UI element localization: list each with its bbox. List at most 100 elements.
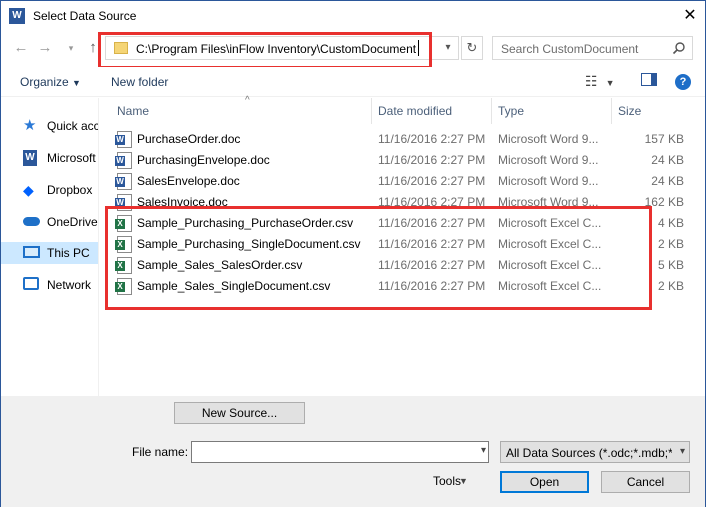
file-type: Microsoft Excel C... [498,237,602,251]
cloud-icon [23,217,40,226]
search-input[interactable]: Search CustomDocument [492,36,693,60]
column-header-name[interactable]: Name ^ [111,95,372,124]
close-icon: ✕ [683,7,697,24]
word-app-icon: W [9,8,25,24]
chevron-down-icon: ▾ [445,42,451,53]
help-icon[interactable]: ? [675,74,691,90]
file-name: Sample_Sales_SalesOrder.csv [137,258,303,272]
file-row[interactable]: X Sample_Purchasing_SingleDocument.csv 1… [99,234,694,255]
search-icon[interactable] [672,41,686,55]
chevron-down-icon[interactable]: ▼ [459,476,468,486]
column-header-type[interactable]: Type [492,98,612,124]
refresh-button[interactable]: ↻ [461,36,483,60]
file-name: SalesEnvelope.doc [137,174,240,188]
file-type: Microsoft Word 9... [498,195,599,209]
file-name: PurchasingEnvelope.doc [137,153,270,167]
nav-item-label: This PC [47,246,90,260]
title-bar: W Select Data Source ✕ [1,1,705,31]
chevron-down-icon: ▼ [605,78,615,88]
file-type: Microsoft Excel C... [498,279,602,293]
text-cursor [418,40,419,56]
file-size: 2 KB [657,237,684,251]
file-row[interactable]: W PurchaseOrder.doc 11/16/2016 2:27 PM M… [99,129,694,150]
word-icon: W [23,150,37,166]
file-row[interactable]: X Sample_Purchasing_PurchaseOrder.csv 11… [99,213,694,234]
nav-item-dropbox[interactable]: ◆ Dropbox [1,179,98,201]
nav-item-quick-access[interactable]: ★ Quick access [1,115,98,137]
back-button[interactable]: ← [11,39,31,57]
file-name: Sample_Purchasing_PurchaseOrder.csv [137,216,354,230]
dialog-footer: New Source... File name: ▾ All Data Sour… [1,396,705,507]
excel-csv-icon: X [115,215,132,232]
file-date: 11/16/2016 2:27 PM [378,258,486,272]
chevron-down-icon: ▾ [679,446,685,457]
open-button[interactable]: Open [500,471,589,493]
file-type: Microsoft Excel C... [498,258,602,272]
address-row: ← → ▾ ↑ C:\Program Files\inFlow Inventor… [1,33,705,63]
file-size: 157 KB [644,132,684,146]
view-options-button[interactable]: ☷ ▼ [585,73,614,90]
search-placeholder: Search CustomDocument [501,42,639,56]
nav-item-label: Microsoft Word [47,151,98,165]
file-date: 11/16/2016 2:27 PM [378,279,486,293]
organize-button[interactable]: Organize ▼ [20,75,81,89]
word-document-icon: W [115,131,132,148]
file-size: 4 KB [657,216,684,230]
file-type-filter-select[interactable]: All Data Sources (*.odc;*.mdb;* ▾ [500,441,690,463]
nav-item-label: OneDrive [47,215,98,229]
word-document-icon: W [115,152,132,169]
arrow-up-icon: ↑ [89,39,97,56]
file-name: SalesInvoice.doc [137,195,228,209]
column-header-size[interactable]: Size [612,98,694,124]
recent-locations-button[interactable]: ▾ [61,39,81,57]
up-button[interactable]: ↑ [83,39,103,57]
network-icon [23,277,39,290]
file-list: Name ^ Date modified Type Size W Purchas… [99,95,694,396]
file-row[interactable]: X Sample_Sales_SingleDocument.csv 11/16/… [99,276,694,297]
dropbox-icon: ◆ [23,182,34,198]
navigation-pane: ★ Quick access W Microsoft Word ◆ Dropbo… [1,98,98,396]
file-date: 11/16/2016 2:27 PM [378,237,486,251]
close-button[interactable]: ✕ [675,1,705,31]
tools-button[interactable]: Tools [433,474,461,488]
file-name: Sample_Sales_SingleDocument.csv [137,279,331,293]
nav-item-network[interactable]: Network [1,274,98,296]
preview-pane-icon [641,73,657,86]
file-row[interactable]: W PurchasingEnvelope.doc 11/16/2016 2:27… [99,150,694,171]
file-size: 24 KB [651,153,684,167]
nav-item-onedrive[interactable]: OneDrive [1,211,98,233]
vertical-scrollbar[interactable] [694,98,705,396]
excel-csv-icon: X [115,278,132,295]
command-toolbar: Organize ▼ New folder ☷ ▼ ? [1,67,705,97]
excel-csv-icon: X [115,257,132,274]
new-source-button[interactable]: New Source... [174,402,305,424]
file-row[interactable]: W SalesEnvelope.doc 11/16/2016 2:27 PM M… [99,171,694,192]
file-row[interactable]: W SalesInvoice.doc 11/16/2016 2:27 PM Mi… [99,192,694,213]
nav-item-label: Quick access [47,119,98,133]
column-header-date[interactable]: Date modified [372,98,492,124]
nav-item-microsoft-word[interactable]: W Microsoft Word [1,147,98,169]
new-folder-button[interactable]: New folder [111,75,168,89]
address-dropdown-button[interactable]: ▾ [440,40,456,56]
file-type: Microsoft Word 9... [498,153,599,167]
organize-label: Organize [20,75,69,89]
star-icon: ★ [23,117,37,134]
chevron-down-icon: ▾ [68,43,74,53]
chevron-down-icon[interactable]: ▾ [481,445,486,456]
file-size: 24 KB [651,174,684,188]
nav-item-this-pc[interactable]: This PC [1,242,98,264]
file-name: PurchaseOrder.doc [137,132,241,146]
dialog-title: Select Data Source [33,9,137,23]
arrow-right-icon: → [37,39,53,56]
address-bar[interactable]: C:\Program Files\inFlow Inventory\Custom… [105,36,459,60]
cancel-button[interactable]: Cancel [601,471,690,493]
preview-pane-button[interactable] [641,73,657,89]
excel-csv-icon: X [115,236,132,253]
forward-button[interactable]: → [35,39,55,57]
file-name-input[interactable]: ▾ [191,441,489,463]
details-view-icon: ☷ [585,73,598,89]
file-row[interactable]: X Sample_Sales_SalesOrder.csv 11/16/2016… [99,255,694,276]
address-path[interactable]: C:\Program Files\inFlow Inventory\Custom… [136,42,416,56]
file-name-label: File name: [132,445,189,459]
file-type: Microsoft Word 9... [498,174,599,188]
